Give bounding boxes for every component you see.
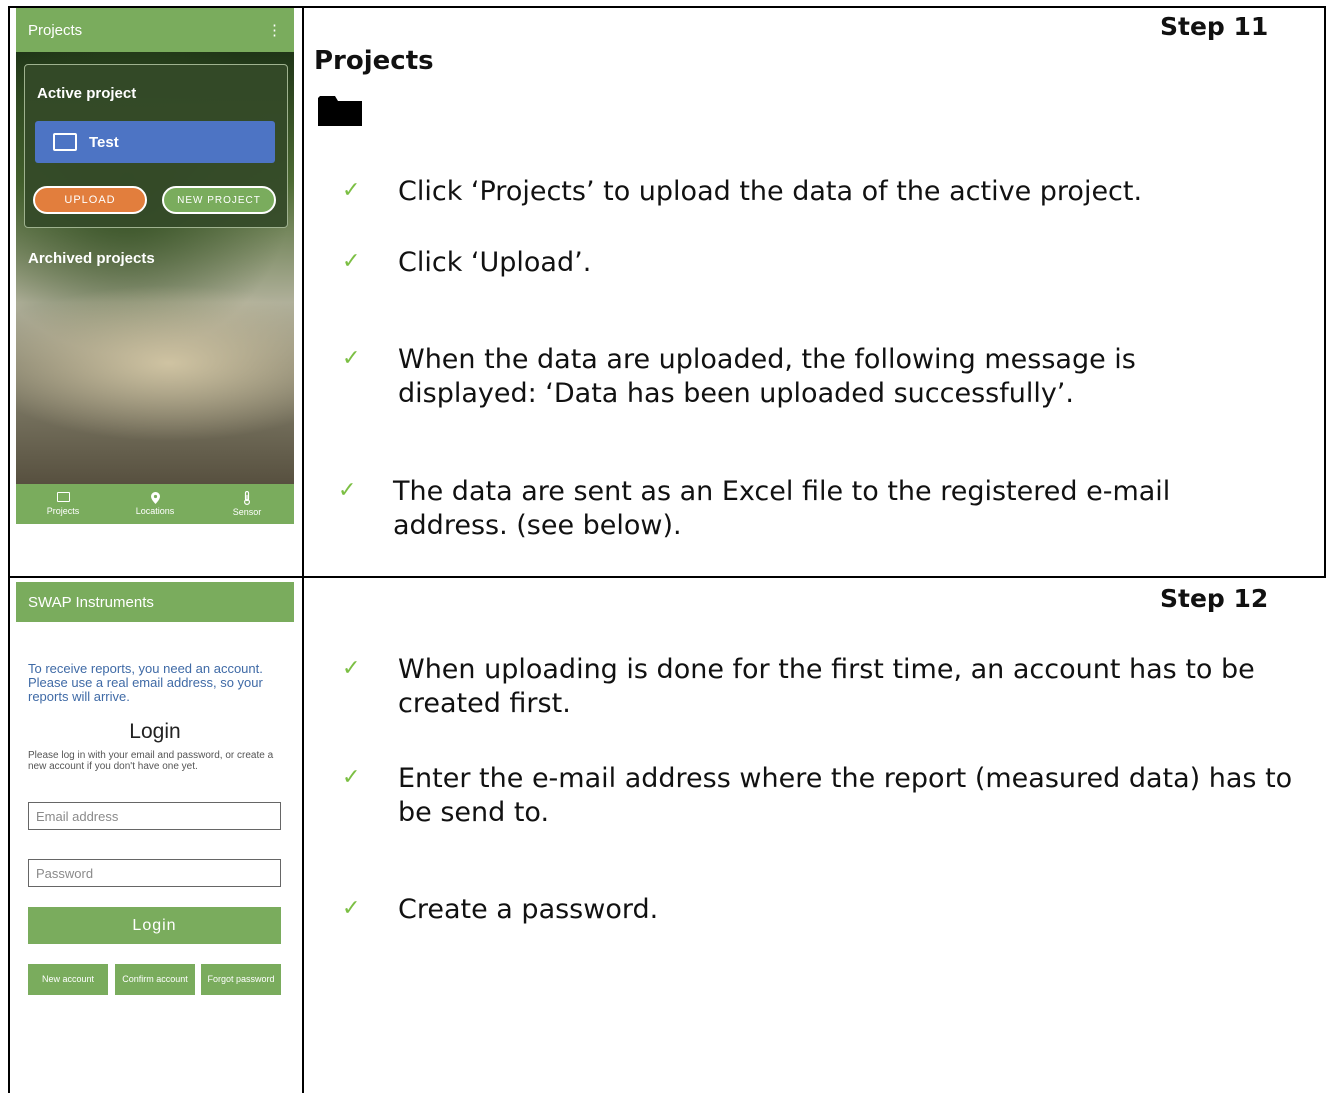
step-11-bullet: When the data are uploaded, the followin…	[398, 344, 1136, 409]
check-icon: ✓	[338, 478, 357, 503]
table-column-divider	[302, 6, 304, 1093]
nav-label: Sensor	[232, 507, 262, 517]
project-name: Test	[89, 133, 119, 151]
active-project-card: Active project Test UPLOAD NEW PROJECT	[24, 64, 288, 228]
table-border-left	[8, 6, 10, 1093]
projects-screen: Projects ⋮ Active project Test UPLOAD NE…	[16, 8, 294, 524]
app-bar: Projects ⋮	[16, 8, 294, 52]
nav-label: Locations	[135, 506, 175, 516]
background-photo: Active project Test UPLOAD NEW PROJECT A…	[16, 52, 294, 484]
step-11-label: Step 11	[1160, 12, 1269, 41]
confirm-account-button[interactable]: Confirm account	[115, 964, 195, 995]
check-icon: ✓	[342, 178, 361, 203]
active-project-title: Active project	[37, 85, 137, 102]
thermometer-icon	[244, 491, 250, 505]
table-border-right	[1324, 6, 1326, 578]
login-subtitle: Please log in with your email and passwo…	[28, 750, 274, 772]
projects-heading: Projects	[314, 46, 434, 76]
active-project-item[interactable]: Test	[35, 121, 275, 163]
step-12-bullet: Create a password.	[398, 894, 659, 925]
account-info-text: To receive reports, you need an account.…	[28, 661, 263, 704]
step-12-bullet: Enter the e-mail address where the repor…	[398, 763, 1293, 828]
step-11-bullet: The data are sent as an Excel file to th…	[393, 476, 1171, 541]
folder-icon	[56, 492, 70, 502]
archived-projects-title: Archived projects	[28, 250, 155, 267]
app-bar-title: Projects	[28, 21, 83, 39]
step-11-bullet: Click ‘Upload’.	[398, 247, 592, 278]
folder-icon	[318, 96, 362, 126]
new-project-button[interactable]: NEW PROJECT	[162, 186, 276, 214]
forgot-password-button[interactable]: Forgot password	[201, 964, 281, 995]
nav-projects[interactable]: Projects	[28, 484, 98, 524]
email-field[interactable]	[28, 802, 281, 830]
location-pin-icon	[150, 492, 160, 504]
password-field[interactable]	[28, 859, 281, 887]
more-menu-icon[interactable]: ⋮	[267, 21, 282, 39]
nav-label: Projects	[46, 506, 80, 516]
step-12-label: Step 12	[1160, 584, 1269, 613]
nav-locations[interactable]: Locations	[120, 484, 190, 524]
check-icon: ✓	[342, 765, 361, 790]
login-screen: SWAP Instruments To receive reports, you…	[16, 582, 294, 1093]
login-title: Login	[129, 720, 181, 743]
check-icon: ✓	[342, 346, 361, 371]
step-11-bullet: Click ‘Projects’ to upload the data of t…	[398, 176, 1143, 207]
bottom-navigation: Projects Locations Sensor	[16, 484, 294, 524]
app-bar: SWAP Instruments	[16, 582, 294, 622]
step-12-bullet: When uploading is done for the first tim…	[398, 654, 1255, 719]
app-bar-title: SWAP Instruments	[28, 593, 154, 611]
new-account-button[interactable]: New account	[28, 964, 108, 995]
check-icon: ✓	[342, 896, 361, 921]
nav-sensor[interactable]: Sensor	[212, 484, 282, 524]
login-button[interactable]: Login	[28, 907, 281, 944]
upload-button[interactable]: UPLOAD	[33, 186, 147, 214]
folder-icon	[53, 133, 77, 151]
check-icon: ✓	[342, 249, 361, 274]
check-icon: ✓	[342, 656, 361, 681]
table-row-divider	[8, 576, 1326, 578]
